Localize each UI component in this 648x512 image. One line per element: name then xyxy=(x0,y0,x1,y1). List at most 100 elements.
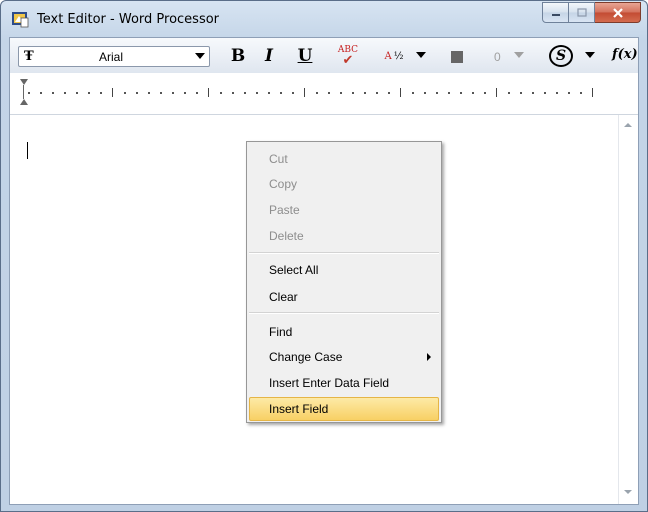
ruler[interactable] xyxy=(10,73,638,115)
ruler-dot xyxy=(100,92,102,94)
scroll-down-icon[interactable] xyxy=(624,490,632,494)
menu-item-clear[interactable]: Clear xyxy=(249,285,439,309)
menu-item-label: Clear xyxy=(269,290,298,304)
ruler-dot xyxy=(184,92,186,94)
currency-button[interactable]: S xyxy=(549,45,573,67)
ruler-dot xyxy=(376,92,378,94)
ruler-dot xyxy=(88,92,90,94)
ruler-dot xyxy=(124,92,126,94)
ruler-dot xyxy=(40,92,42,94)
maximize-icon xyxy=(576,8,587,17)
ruler-dot xyxy=(160,92,162,94)
menu-item-find[interactable]: Find xyxy=(249,320,439,344)
ruler-dot xyxy=(520,92,522,94)
minimize-icon xyxy=(551,13,560,16)
ruler-dot xyxy=(340,92,342,94)
ruler-dot xyxy=(448,92,450,94)
font-size-fraction: ½ xyxy=(393,50,404,62)
menu-item-delete[interactable]: Delete xyxy=(249,224,439,248)
truetype-font-icon: Ŧ xyxy=(24,49,34,64)
menu-item-label: Cut xyxy=(269,152,288,166)
scroll-up-icon[interactable] xyxy=(624,123,632,127)
font-name-value: Arial xyxy=(99,50,124,64)
text-caret xyxy=(27,142,28,159)
menu-item-insert-field[interactable]: Insert Field xyxy=(249,397,439,421)
close-icon xyxy=(612,7,623,18)
ruler-dot xyxy=(352,92,354,94)
ruler-dot xyxy=(364,92,366,94)
bold-button[interactable]: B xyxy=(225,44,251,68)
ruler-dot xyxy=(256,92,258,94)
currency-dropdown-icon[interactable] xyxy=(585,52,595,58)
menu-item-label: Select All xyxy=(269,263,319,277)
menu-item-label: Paste xyxy=(269,203,300,217)
menu-separator xyxy=(249,312,439,314)
menu-separator xyxy=(249,252,439,254)
menu-item-paste[interactable]: Paste xyxy=(249,198,439,222)
menu-item-select-all[interactable]: Select All xyxy=(249,258,439,282)
ruler-tick xyxy=(112,88,113,97)
menu-item-label: Insert Field xyxy=(269,402,329,416)
menu-item-change-case[interactable]: Change Case xyxy=(249,345,439,369)
ruler-dot xyxy=(136,92,138,94)
ruler-dot xyxy=(472,92,474,94)
ruler-scale xyxy=(22,85,608,101)
menu-item-label: Copy xyxy=(269,177,298,191)
ruler-dot xyxy=(76,92,78,94)
italic-button[interactable]: I xyxy=(258,44,280,68)
menu-item-cut[interactable]: Cut xyxy=(249,147,439,171)
text-color-swatch-icon[interactable] xyxy=(451,51,463,63)
font-size-prefix: A xyxy=(384,50,392,62)
ruler-dot xyxy=(436,92,438,94)
font-selector[interactable]: Ŧ Arial xyxy=(18,46,210,67)
menu-item-label: Find xyxy=(269,325,293,339)
ruler-tick xyxy=(208,88,209,97)
indent-value: 0 xyxy=(494,50,501,64)
ruler-dot xyxy=(292,92,294,94)
ruler-dot xyxy=(412,92,414,94)
ruler-tick xyxy=(496,88,497,97)
ruler-dot xyxy=(220,92,222,94)
menu-item-insert-enter-data-field[interactable]: Insert Enter Data Field xyxy=(249,371,439,395)
menu-item-copy[interactable]: Copy xyxy=(249,172,439,196)
ruler-dot xyxy=(460,92,462,94)
maximize-button[interactable] xyxy=(569,2,595,23)
formula-button[interactable]: f(x) xyxy=(612,47,638,62)
menu-item-label: Change Case xyxy=(269,350,343,364)
ruler-dot xyxy=(556,92,558,94)
text-editor-app-icon xyxy=(12,12,29,28)
ruler-dot xyxy=(568,92,570,94)
ruler-dot xyxy=(268,92,270,94)
ruler-dot xyxy=(544,92,546,94)
minimize-button[interactable] xyxy=(542,2,569,23)
ruler-dot xyxy=(232,92,234,94)
ruler-dot xyxy=(52,92,54,94)
chevron-down-icon[interactable] xyxy=(195,53,205,59)
ruler-tick xyxy=(592,88,593,97)
word-processor-window: Text Editor - Word Processor Ŧ Arial B I… xyxy=(0,0,648,512)
ruler-dot xyxy=(580,92,582,94)
font-size-dropdown-icon[interactable] xyxy=(416,52,426,58)
submenu-arrow-icon xyxy=(427,353,431,361)
ruler-dot xyxy=(328,92,330,94)
spell-check-button[interactable]: ABC ✔ xyxy=(328,44,368,68)
ruler-dot xyxy=(280,92,282,94)
ruler-dot xyxy=(28,92,30,94)
ruler-dot xyxy=(196,92,198,94)
ruler-dot xyxy=(424,92,426,94)
ruler-dot xyxy=(508,92,510,94)
check-mark-icon: ✔ xyxy=(342,52,354,68)
window-title: Text Editor - Word Processor xyxy=(37,12,220,27)
ruler-dot xyxy=(64,92,66,94)
ruler-dot xyxy=(148,92,150,94)
ruler-dot xyxy=(484,92,486,94)
caption-buttons xyxy=(542,2,641,23)
underline-button[interactable]: U xyxy=(293,44,317,68)
vertical-scrollbar[interactable] xyxy=(618,115,638,504)
font-size-button[interactable]: A ½ xyxy=(377,44,411,68)
indent-dropdown-icon[interactable] xyxy=(514,52,524,58)
ruler-dot xyxy=(316,92,318,94)
formatting-toolbar: Ŧ Arial B I U ABC ✔ A ½ 0 S f(x) xyxy=(10,38,638,74)
title-bar[interactable]: Text Editor - Word Processor xyxy=(1,1,647,37)
close-button[interactable] xyxy=(595,2,641,23)
